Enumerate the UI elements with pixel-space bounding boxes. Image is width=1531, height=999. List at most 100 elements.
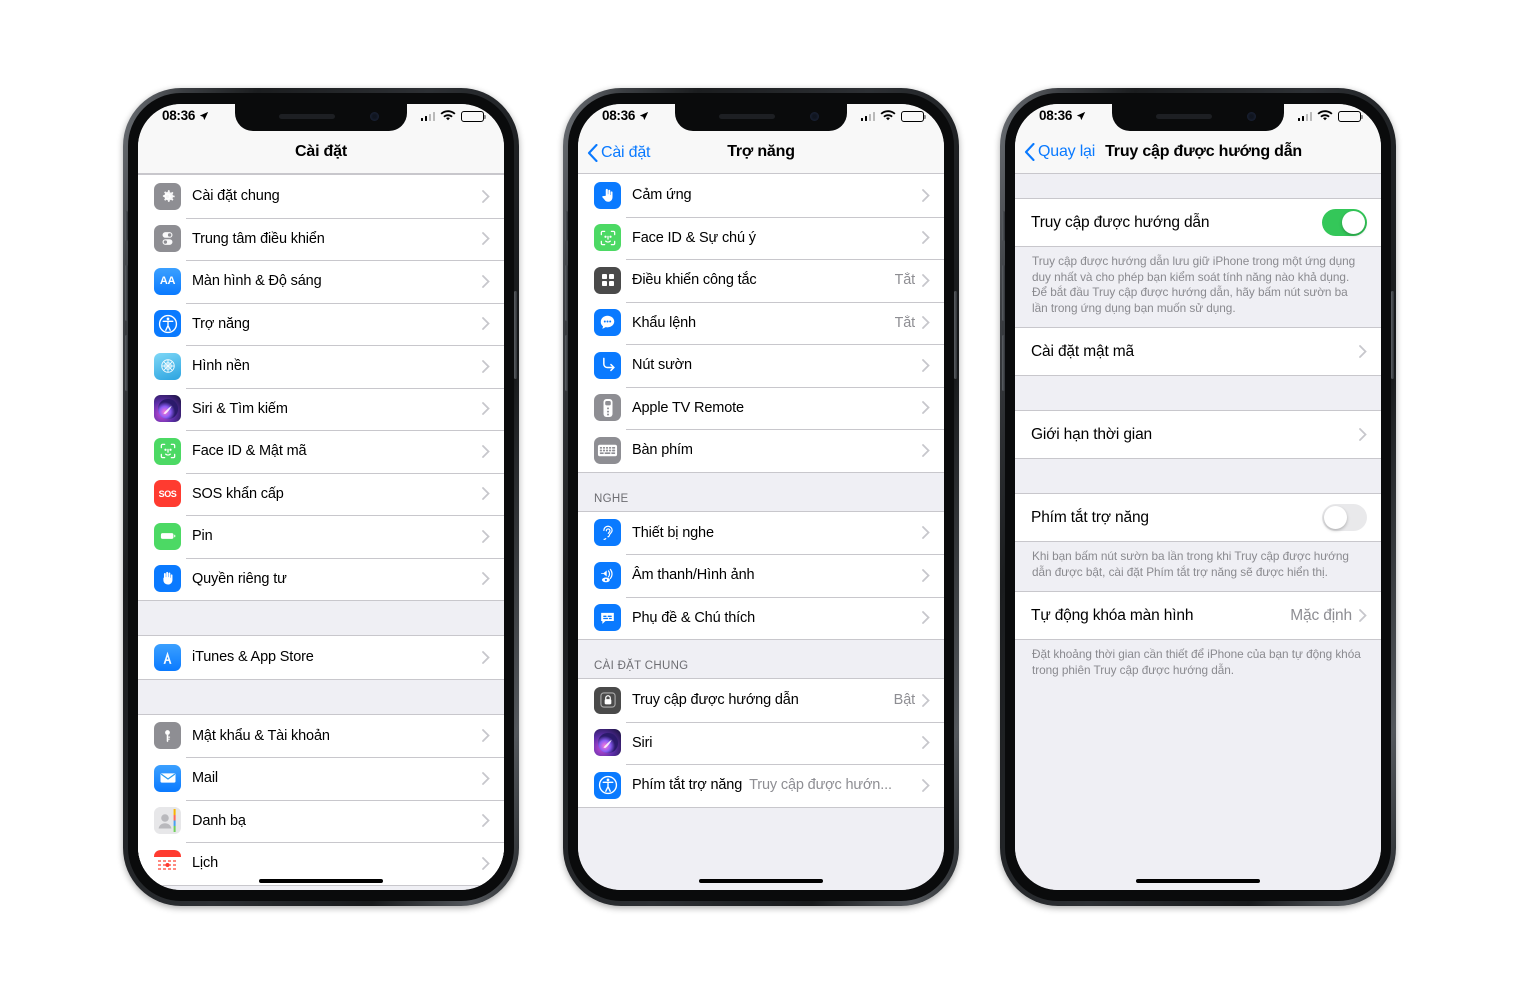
- mute-switch[interactable]: [565, 211, 568, 241]
- accessibility-shortcut-toggle-row[interactable]: Phím tắt trợ năng: [1015, 494, 1381, 541]
- passcode-settings-row[interactable]: Cài đặt mật mã: [1015, 328, 1381, 375]
- guided-access-list[interactable]: Truy cập được hướng dẫn Truy cập được hư…: [1015, 174, 1381, 890]
- list-item-label: Trung tâm điều khiển: [192, 230, 325, 247]
- list-item[interactable]: Phụ đề & Chú thích: [578, 596, 944, 639]
- list-item[interactable]: Mail: [138, 757, 504, 800]
- chevron-right-icon: [482, 856, 490, 870]
- list-item-label: Bàn phím: [632, 442, 693, 459]
- chevron-right-icon: [482, 189, 490, 203]
- list-item[interactable]: Siri: [578, 721, 944, 764]
- home-indicator[interactable]: [259, 878, 383, 883]
- list-item-label: Nút sườn: [632, 357, 692, 374]
- list-item[interactable]: Trợ năng: [138, 302, 504, 345]
- list-item[interactable]: Danh bạ: [138, 799, 504, 842]
- list-item[interactable]: Apple TV Remote: [578, 386, 944, 429]
- chevron-right-icon: [482, 232, 490, 246]
- location-arrow-icon: [199, 111, 209, 120]
- wallpaper-icon: [154, 352, 181, 380]
- back-button[interactable]: Cài đặt: [587, 131, 650, 174]
- list-item[interactable]: Pin: [138, 515, 504, 558]
- home-indicator[interactable]: [1136, 878, 1260, 883]
- cellular-signal-icon: [860, 111, 875, 121]
- gear-icon: [154, 182, 181, 210]
- calendar-icon: [154, 849, 181, 877]
- side-power-button[interactable]: [954, 291, 957, 379]
- guided-access-toggle[interactable]: [1322, 209, 1367, 236]
- list-item-value: Bật: [893, 692, 915, 709]
- home-indicator[interactable]: [699, 878, 823, 883]
- guided-access-toggle-row[interactable]: Truy cập được hướng dẫn: [1015, 199, 1381, 246]
- list-item[interactable]: Thiết bị nghe: [578, 511, 944, 554]
- volume-up-button[interactable]: [1002, 265, 1005, 321]
- chevron-left-icon: [1024, 143, 1035, 161]
- list-item[interactable]: Face ID & Sự chú ý: [578, 216, 944, 259]
- face-id-icon: [594, 224, 621, 252]
- list-item[interactable]: Âm thanh/Hình ảnh: [578, 554, 944, 597]
- volume-down-button[interactable]: [565, 335, 568, 391]
- list-item[interactable]: Mật khẩu & Tài khoản: [138, 714, 504, 757]
- list-item[interactable]: SOS SOS khẩn cấp: [138, 472, 504, 515]
- list-item[interactable]: Khẩu lệnh Tắt: [578, 301, 944, 344]
- volume-down-button[interactable]: [1002, 335, 1005, 391]
- list-item[interactable]: Điều khiển công tắc Tắt: [578, 259, 944, 302]
- chevron-right-icon: [1359, 609, 1367, 622]
- notch: [235, 104, 407, 131]
- list-item-label: Truy cập được hướng dẫn: [632, 692, 799, 709]
- volume-up-button[interactable]: [125, 265, 128, 321]
- battery-icon: [1338, 110, 1364, 122]
- sos-icon: SOS: [154, 480, 181, 508]
- contacts-icon: [154, 807, 181, 835]
- auto-lock-description: Đặt khoảng thời gian cần thiết để iPhone…: [1015, 640, 1381, 689]
- wifi-icon: [1317, 110, 1333, 121]
- section-gap: [1015, 174, 1381, 198]
- page-title: Trợ năng: [727, 143, 795, 160]
- section-gap: [1015, 459, 1381, 493]
- list-item[interactable]: AA Màn hình & Độ sáng: [138, 260, 504, 303]
- accessibility-shortcut-toggle[interactable]: [1322, 504, 1367, 531]
- siri-icon: [154, 395, 181, 423]
- list-item[interactable]: Trung tâm điều khiển: [138, 217, 504, 260]
- chevron-right-icon: [482, 529, 490, 543]
- chevron-right-icon: [482, 487, 490, 501]
- settings-group-general: Truy cập được hướng dẫn Bật Siri Phím tắ…: [578, 678, 944, 808]
- auto-lock-row[interactable]: Tự động khóa màn hình Mặc định: [1015, 592, 1381, 639]
- accessibility-list[interactable]: Cảm ứng Face ID & Sự chú ý Điều khiển cô…: [578, 174, 944, 890]
- list-item-guided-access[interactable]: Truy cập được hướng dẫn Bật: [578, 679, 944, 722]
- list-item-label: Mail: [192, 770, 218, 787]
- status-bar-indicators: [420, 110, 487, 122]
- battery-settings-icon: [154, 522, 181, 550]
- list-item[interactable]: Face ID & Mật mã: [138, 430, 504, 473]
- list-item[interactable]: Hình nền: [138, 345, 504, 388]
- list-item[interactable]: Nút sườn: [578, 344, 944, 387]
- chevron-right-icon: [482, 650, 490, 664]
- section-gap: [138, 601, 504, 635]
- chevron-right-icon: [482, 444, 490, 458]
- list-item[interactable]: Phím tắt trợ năng Truy cập được hướn...: [578, 764, 944, 807]
- list-item[interactable]: Cài đặt chung: [138, 175, 504, 218]
- back-button[interactable]: Quay lại: [1024, 131, 1095, 174]
- time-limit-row[interactable]: Giới hạn thời gian: [1015, 411, 1381, 458]
- location-arrow-icon: [1076, 111, 1086, 120]
- navigation-bar: Cài đặt Trợ năng: [578, 131, 944, 174]
- volume-up-button[interactable]: [565, 265, 568, 321]
- mute-switch[interactable]: [1002, 211, 1005, 241]
- section-header-general: CÀI ĐẶT CHUNG: [578, 640, 944, 678]
- list-item-label: Cảm ứng: [632, 187, 692, 204]
- side-power-button[interactable]: [514, 291, 517, 379]
- apple-tv-remote-icon: [594, 394, 621, 422]
- side-power-button[interactable]: [1391, 291, 1394, 379]
- settings-list[interactable]: Cài đặt chung Trung tâm điều khiển AA Mà…: [138, 174, 504, 890]
- volume-down-button[interactable]: [125, 335, 128, 391]
- list-item[interactable]: Quyền riêng tư: [138, 557, 504, 600]
- front-camera-icon: [810, 112, 819, 121]
- subtitles-icon: [594, 604, 621, 632]
- control-center-icon: [154, 225, 181, 253]
- notch: [675, 104, 847, 131]
- list-item[interactable]: iTunes & App Store: [138, 636, 504, 679]
- list-item[interactable]: Bàn phím: [578, 429, 944, 472]
- section-gap: [138, 679, 504, 714]
- mute-switch[interactable]: [125, 211, 128, 241]
- back-button-label: Cài đặt: [601, 143, 651, 161]
- list-item[interactable]: Cảm ứng: [578, 174, 944, 217]
- list-item[interactable]: Siri & Tìm kiếm: [138, 387, 504, 430]
